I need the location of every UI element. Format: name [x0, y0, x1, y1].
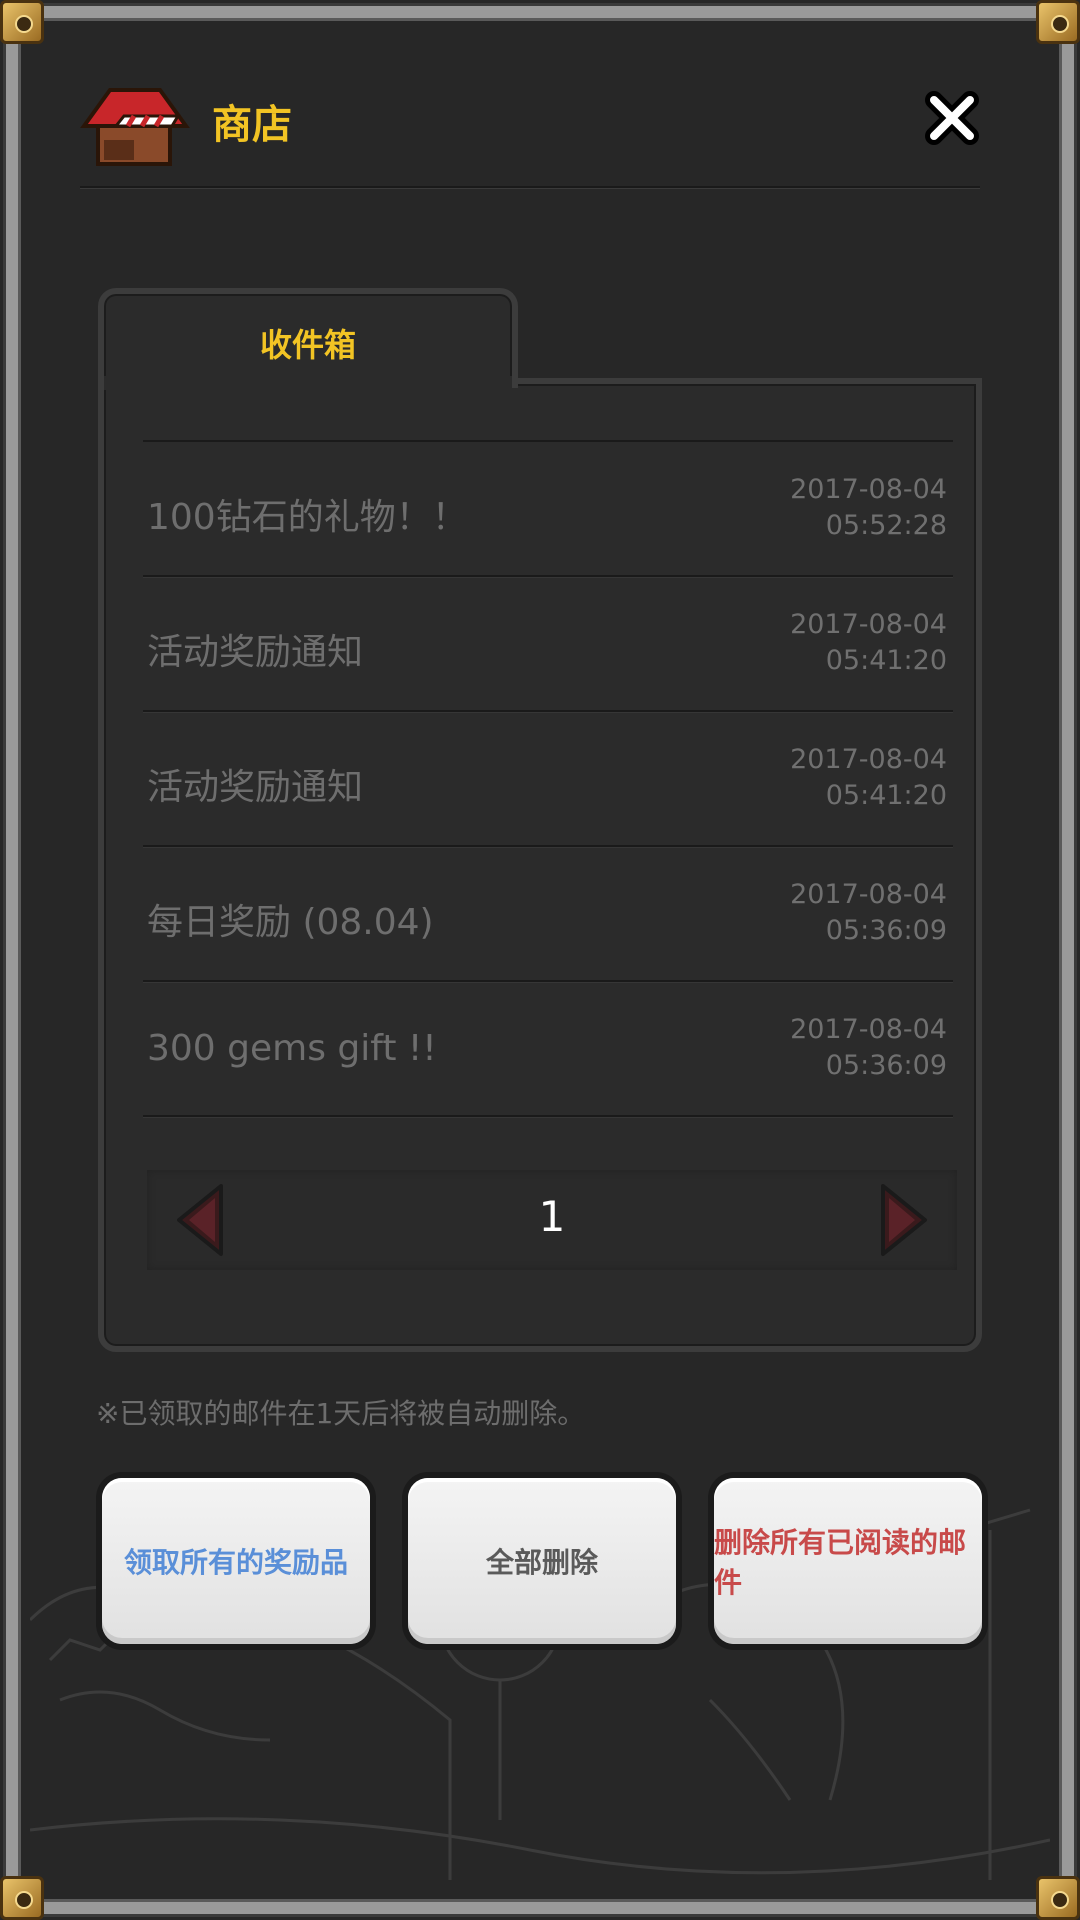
tab-label: 收件箱: [259, 326, 356, 364]
list-item[interactable]: 活动奖励通知 2017-08-04 05:41:20: [143, 577, 953, 712]
message-list: 100钻石的礼物！！ 2017-08-04 05:52:28 活动奖励通知 20…: [143, 440, 953, 1117]
message-date: 2017-08-04: [790, 474, 947, 505]
message-title: 活动奖励通知: [147, 632, 364, 673]
claim-all-label: 领取所有的奖励品: [102, 1478, 370, 1644]
list-item[interactable]: 100钻石的礼物！！ 2017-08-04 05:52:28: [143, 442, 953, 577]
tab-inbox[interactable]: 收件箱: [98, 288, 518, 388]
message-date: 2017-08-04: [790, 609, 947, 640]
triangle-right-icon[interactable]: [873, 1180, 933, 1260]
message-timestamp: 2017-08-04 05:52:28: [790, 472, 947, 544]
claim-all-button[interactable]: 领取所有的奖励品: [96, 1472, 376, 1650]
corner-ornament-icon: [1036, 1876, 1080, 1920]
message-title: 300 gems gift !!: [147, 1028, 437, 1069]
message-title: 100钻石的礼物！！: [147, 497, 468, 538]
shop-icon: [80, 88, 190, 166]
corner-ornament-icon: [1036, 0, 1080, 44]
message-title: 活动奖励通知: [147, 767, 364, 808]
message-title: 每日奖励 (08.04): [147, 902, 434, 943]
message-timestamp: 2017-08-04 05:36:09: [790, 877, 947, 949]
delete-all-label: 全部删除: [408, 1478, 676, 1644]
page-number: 1: [538, 1192, 566, 1241]
message-date: 2017-08-04: [790, 744, 947, 775]
message-timestamp: 2017-08-04 05:41:20: [790, 742, 947, 814]
delete-all-button[interactable]: 全部删除: [402, 1472, 682, 1650]
corner-ornament-icon: [0, 1876, 44, 1920]
delete-read-label: 删除所有已阅读的邮件: [714, 1478, 982, 1644]
message-time: 05:41:20: [825, 780, 947, 811]
message-time: 05:36:09: [825, 915, 947, 946]
close-icon[interactable]: [924, 90, 980, 146]
message-time: 05:41:20: [825, 645, 947, 676]
message-time: 05:52:28: [825, 510, 947, 541]
mail-dialog: 商店 收件箱 100钻石的礼物！！ 2017-08-04 05:52:28 活动…: [0, 0, 1080, 1920]
message-timestamp: 2017-08-04 05:36:09: [790, 1012, 947, 1084]
message-date: 2017-08-04: [790, 1014, 947, 1045]
list-item[interactable]: 活动奖励通知 2017-08-04 05:41:20: [143, 712, 953, 847]
auto-delete-note: ※已领取的邮件在1天后将被自动删除。: [96, 1397, 586, 1430]
page-title: 商店: [212, 102, 292, 148]
message-time: 05:36:09: [825, 1050, 947, 1081]
delete-read-button[interactable]: 删除所有已阅读的邮件: [708, 1472, 988, 1650]
tab-joint: [104, 376, 512, 390]
dialog-header: 商店: [80, 76, 980, 188]
message-date: 2017-08-04: [790, 879, 947, 910]
corner-ornament-icon: [0, 0, 44, 44]
pagination: 1: [147, 1170, 957, 1270]
list-item[interactable]: 300 gems gift !! 2017-08-04 05:36:09: [143, 982, 953, 1117]
list-item[interactable]: 每日奖励 (08.04) 2017-08-04 05:36:09: [143, 847, 953, 982]
message-timestamp: 2017-08-04 05:41:20: [790, 607, 947, 679]
